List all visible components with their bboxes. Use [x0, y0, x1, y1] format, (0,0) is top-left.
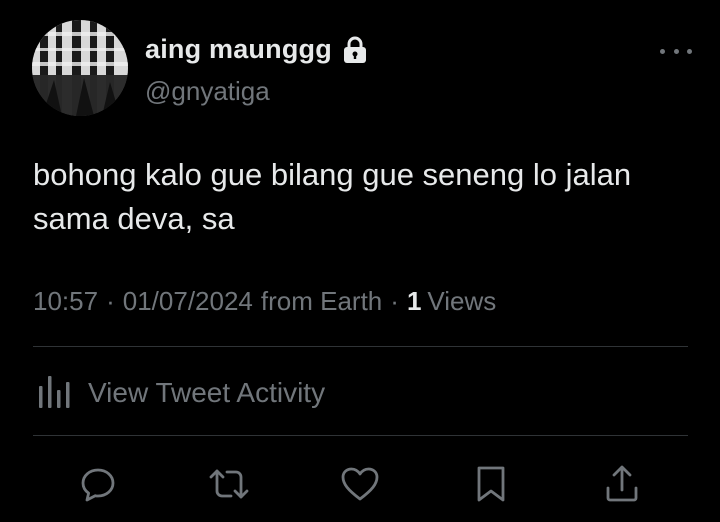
- share-icon[interactable]: [600, 462, 644, 506]
- tweet-text: bohong kalo gue bilang gue seneng lo jal…: [33, 157, 632, 236]
- tweet-time: 10:57: [33, 286, 99, 316]
- retweet-icon[interactable]: [207, 462, 251, 506]
- bar-chart-icon: [38, 372, 72, 413]
- reply-icon[interactable]: [76, 462, 120, 506]
- bookmark-icon[interactable]: [469, 462, 513, 506]
- avatar-image: [32, 20, 128, 116]
- display-name[interactable]: aing maunggg: [145, 34, 332, 65]
- views-label: Views: [427, 286, 497, 316]
- divider: [33, 346, 688, 347]
- meta-separator-2: ·: [390, 286, 399, 316]
- tweet-source: from Earth: [260, 286, 383, 316]
- tweet-meta: 10:57 · 01/07/2024 from Earth · 1 Views: [33, 286, 496, 317]
- tweet-date: 01/07/2024: [122, 286, 253, 316]
- user-handle[interactable]: @gnyatiga: [145, 76, 270, 107]
- action-bar: [0, 462, 720, 508]
- view-tweet-activity-label: View Tweet Activity: [88, 376, 326, 408]
- like-icon[interactable]: [338, 462, 382, 506]
- meta-separator: ·: [106, 286, 115, 316]
- avatar[interactable]: [32, 20, 128, 116]
- more-options-icon[interactable]: [660, 44, 692, 58]
- divider: [33, 435, 688, 436]
- user-name-row: aing maunggg: [145, 34, 368, 65]
- view-tweet-activity-button[interactable]: View Tweet Activity: [38, 372, 325, 413]
- views-count: 1: [406, 286, 422, 316]
- lock-icon: [342, 36, 368, 64]
